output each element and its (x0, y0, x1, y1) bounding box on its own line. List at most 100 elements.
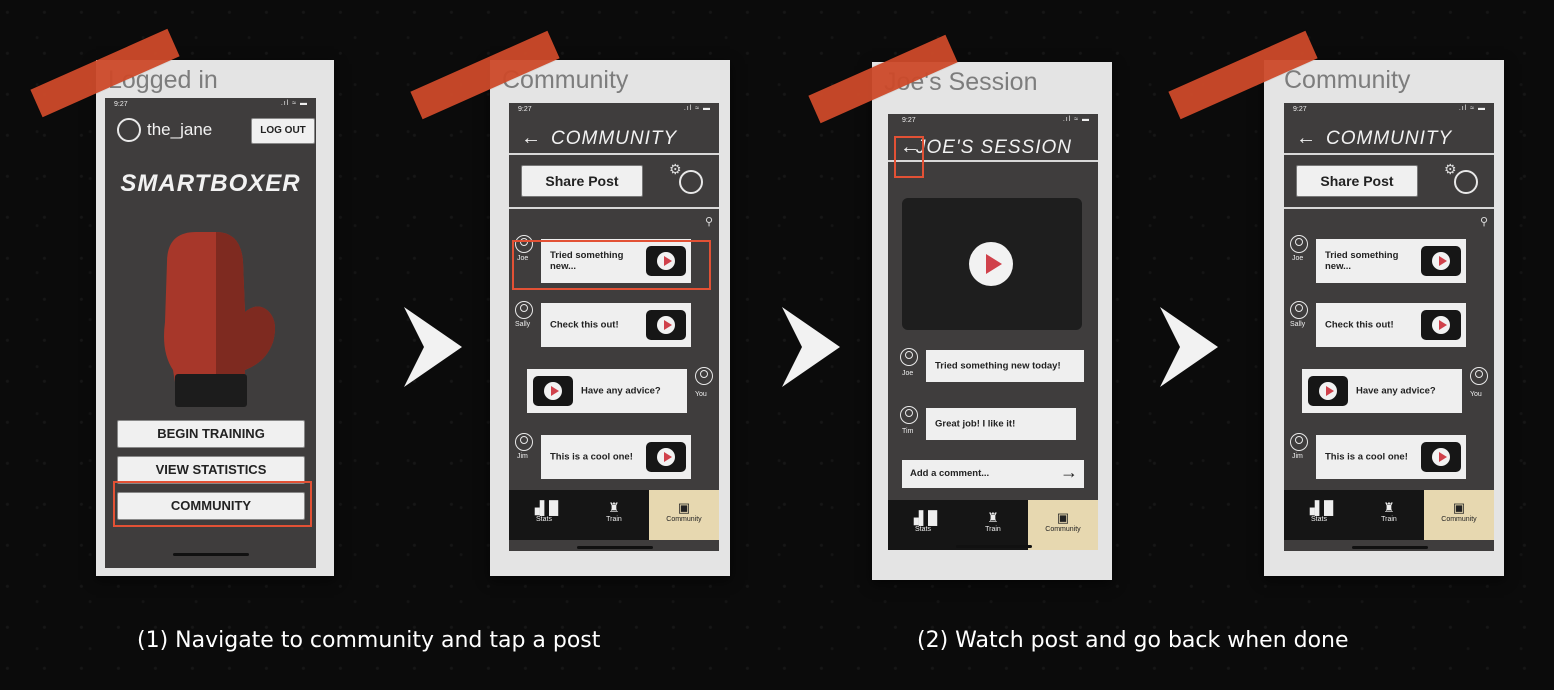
play-icon[interactable] (1421, 310, 1461, 340)
post-item[interactable]: Joe Tried something new... (1284, 233, 1494, 283)
tab-label: Community (1441, 516, 1477, 523)
back-arrow-icon[interactable]: ← (1296, 127, 1316, 150)
comment-placeholder: Add a comment... (910, 468, 990, 479)
comment-bubble: Tried something new today! (926, 350, 1084, 382)
send-arrow-icon[interactable]: → (1060, 462, 1078, 483)
tab-stats[interactable]: ▗▌█ Stats (509, 490, 579, 540)
community-icon: ▣ (677, 500, 691, 515)
play-icon[interactable] (1308, 376, 1348, 406)
page-title: JOE'S SESSION (916, 137, 1073, 158)
status-time: 9:27 (114, 101, 128, 108)
phone-screen: 9:27 .ıl ≈ ▬ ← COMMUNITY Share Post ⚙ ⚲ … (1284, 103, 1494, 551)
tab-train[interactable]: ♜ Train (958, 500, 1028, 550)
user-avatar[interactable] (117, 118, 141, 142)
brand-title: SMARTBOXER (120, 170, 301, 197)
comment-item: Joe Tried something new today! (888, 346, 1098, 386)
profile-avatar-icon[interactable] (1454, 170, 1478, 194)
post-item[interactable]: Sally Check this out! (509, 299, 719, 349)
post-item[interactable]: Have any advice? You (509, 365, 719, 415)
status-icons: .ıl ≈ ▬ (683, 105, 711, 112)
phone-screen: 9:27 .ıl ≈ ▬ ← COMMUNITY Share Post ⚙ ⚲ … (509, 103, 719, 551)
comment-author: Joe (902, 370, 914, 377)
comment-text: Great job! I like it! (935, 418, 1016, 430)
comment-input[interactable]: Add a comment... → (902, 460, 1084, 488)
begin-training-button[interactable]: BEGIN TRAINING (117, 420, 305, 448)
play-icon[interactable] (533, 376, 573, 406)
post-item[interactable]: Sally Check this out! (1284, 299, 1494, 349)
boxing-glove-illustration (164, 232, 275, 407)
chevron-right-icon (1160, 307, 1218, 387)
home-indicator (173, 553, 249, 556)
card-title: Community (1284, 66, 1411, 94)
home-indicator (956, 545, 1032, 548)
page-title: COMMUNITY (1326, 128, 1453, 149)
tab-label: Stats (536, 516, 552, 523)
avatar-icon (900, 406, 918, 424)
home-indicator (1352, 546, 1428, 549)
tab-label: Stats (915, 526, 931, 533)
screen-card-logged-in: Logged in 9:27 .ıl ≈ ▬ the_jane LOG OUT … (96, 60, 334, 576)
play-icon[interactable] (1421, 442, 1461, 472)
highlight-box-community (113, 481, 312, 527)
video-player[interactable] (902, 198, 1082, 330)
tab-community[interactable]: ▣ Community (648, 490, 719, 540)
play-icon[interactable] (1421, 246, 1461, 276)
play-icon[interactable] (646, 310, 686, 340)
back-arrow-icon[interactable]: ← (521, 127, 541, 150)
post-author: Joe (1292, 255, 1304, 262)
search-icon[interactable]: ⚲ (705, 215, 713, 228)
tab-stats[interactable]: ▗▌█ Stats (888, 500, 958, 550)
header-bar: ← COMMUNITY (1284, 115, 1494, 155)
chevron-right-icon (404, 307, 462, 387)
post-item[interactable]: Jim This is a cool one! (1284, 431, 1494, 481)
comment-author: Tim (902, 428, 914, 435)
post-item[interactable]: Jim This is a cool one! (509, 431, 719, 481)
username: the_jane (147, 120, 213, 139)
post-text: This is a cool one! (1325, 451, 1408, 463)
highlight-box-post (512, 240, 711, 290)
post-author: Sally (515, 321, 531, 328)
view-statistics-button[interactable]: VIEW STATISTICS (117, 456, 305, 484)
tab-train[interactable]: ♜ Train (1354, 490, 1424, 540)
tab-label: Train (1381, 516, 1397, 523)
caption-step-1: (1) Navigate to community and tap a post (137, 628, 601, 653)
post-author: Sally (1290, 321, 1306, 328)
play-icon[interactable] (969, 242, 1013, 286)
divider (1284, 207, 1494, 209)
avatar-icon (515, 301, 533, 319)
share-post-button[interactable]: Share Post (521, 165, 643, 197)
tab-label: Community (1045, 526, 1081, 533)
tab-label: Train (606, 516, 622, 523)
bar-chart-icon: ▗▌█ (529, 500, 559, 515)
glove-icon: ♜ (608, 500, 620, 515)
post-author: Jim (517, 453, 528, 460)
status-icons: .ıl ≈ ▬ (280, 100, 308, 107)
divider (509, 207, 719, 209)
tab-train[interactable]: ♜ Train (579, 490, 649, 540)
profile-avatar-icon[interactable] (679, 170, 703, 194)
tab-community[interactable]: ▣ Community (1027, 500, 1098, 550)
avatar-icon (900, 348, 918, 366)
status-time: 9:27 (1293, 106, 1307, 113)
avatar-icon (1470, 367, 1488, 385)
post-item[interactable]: Have any advice? You (1284, 365, 1494, 415)
share-post-button[interactable]: Share Post (1296, 165, 1418, 197)
community-icon: ▣ (1452, 500, 1466, 515)
search-icon[interactable]: ⚲ (1480, 215, 1488, 228)
tab-community[interactable]: ▣ Community (1423, 490, 1494, 540)
post-text: This is a cool one! (550, 451, 633, 463)
status-time: 9:27 (518, 106, 532, 113)
bar-chart-icon: ▗▌█ (908, 510, 938, 525)
status-icons: .ıl ≈ ▬ (1062, 116, 1090, 123)
screen-card-community-return: Community 9:27 .ıl ≈ ▬ ← COMMUNITY Share… (1264, 60, 1504, 576)
post-text: Have any advice? (581, 385, 661, 397)
phone-screen: 9:27 .ıl ≈ ▬ ← JOE'S SESSION Joe Tried s… (888, 114, 1098, 550)
avatar-icon (1290, 235, 1308, 253)
logout-button[interactable]: LOG OUT (251, 118, 315, 144)
avatar-icon (1290, 433, 1308, 451)
status-icons: .ıl ≈ ▬ (1458, 105, 1486, 112)
bottom-tab-bar: ▗▌█ Stats ♜ Train ▣ Community (1284, 490, 1494, 540)
avatar-icon (515, 433, 533, 451)
play-icon[interactable] (646, 442, 686, 472)
tab-stats[interactable]: ▗▌█ Stats (1284, 490, 1354, 540)
